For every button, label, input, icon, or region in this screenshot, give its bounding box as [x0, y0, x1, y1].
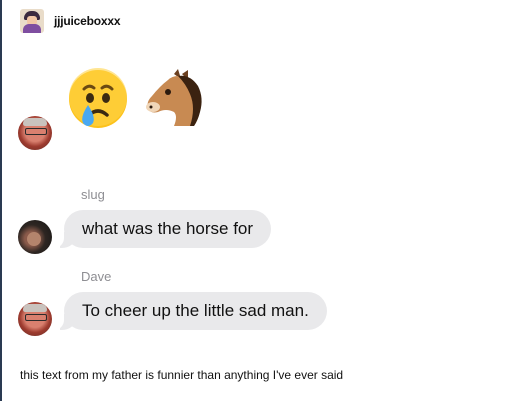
- dave-avatar: [18, 116, 52, 150]
- post-header: jjjuiceboxxx: [20, 8, 120, 34]
- blog-avatar[interactable]: [20, 9, 44, 33]
- message-text: To cheer up the little sad man.: [82, 301, 309, 320]
- horse-face-icon: [146, 69, 202, 126]
- left-border: [0, 0, 2, 401]
- dave-avatar: [18, 302, 52, 336]
- message-bubble-slug: what was the horse for: [53, 210, 272, 248]
- message-text: what was the horse for: [82, 219, 254, 238]
- emoji-message: [66, 67, 206, 131]
- slug-avatar: [18, 220, 52, 254]
- message-bubble-dave: To cheer up the little sad man.: [54, 292, 327, 330]
- crying-face-icon: [69, 68, 127, 128]
- blog-username[interactable]: jjjuiceboxxx: [54, 14, 120, 28]
- sender-label-dave: Dave: [81, 269, 112, 284]
- sender-label-slug: slug: [81, 187, 105, 202]
- post-caption: this text from my father is funnier than…: [20, 368, 344, 382]
